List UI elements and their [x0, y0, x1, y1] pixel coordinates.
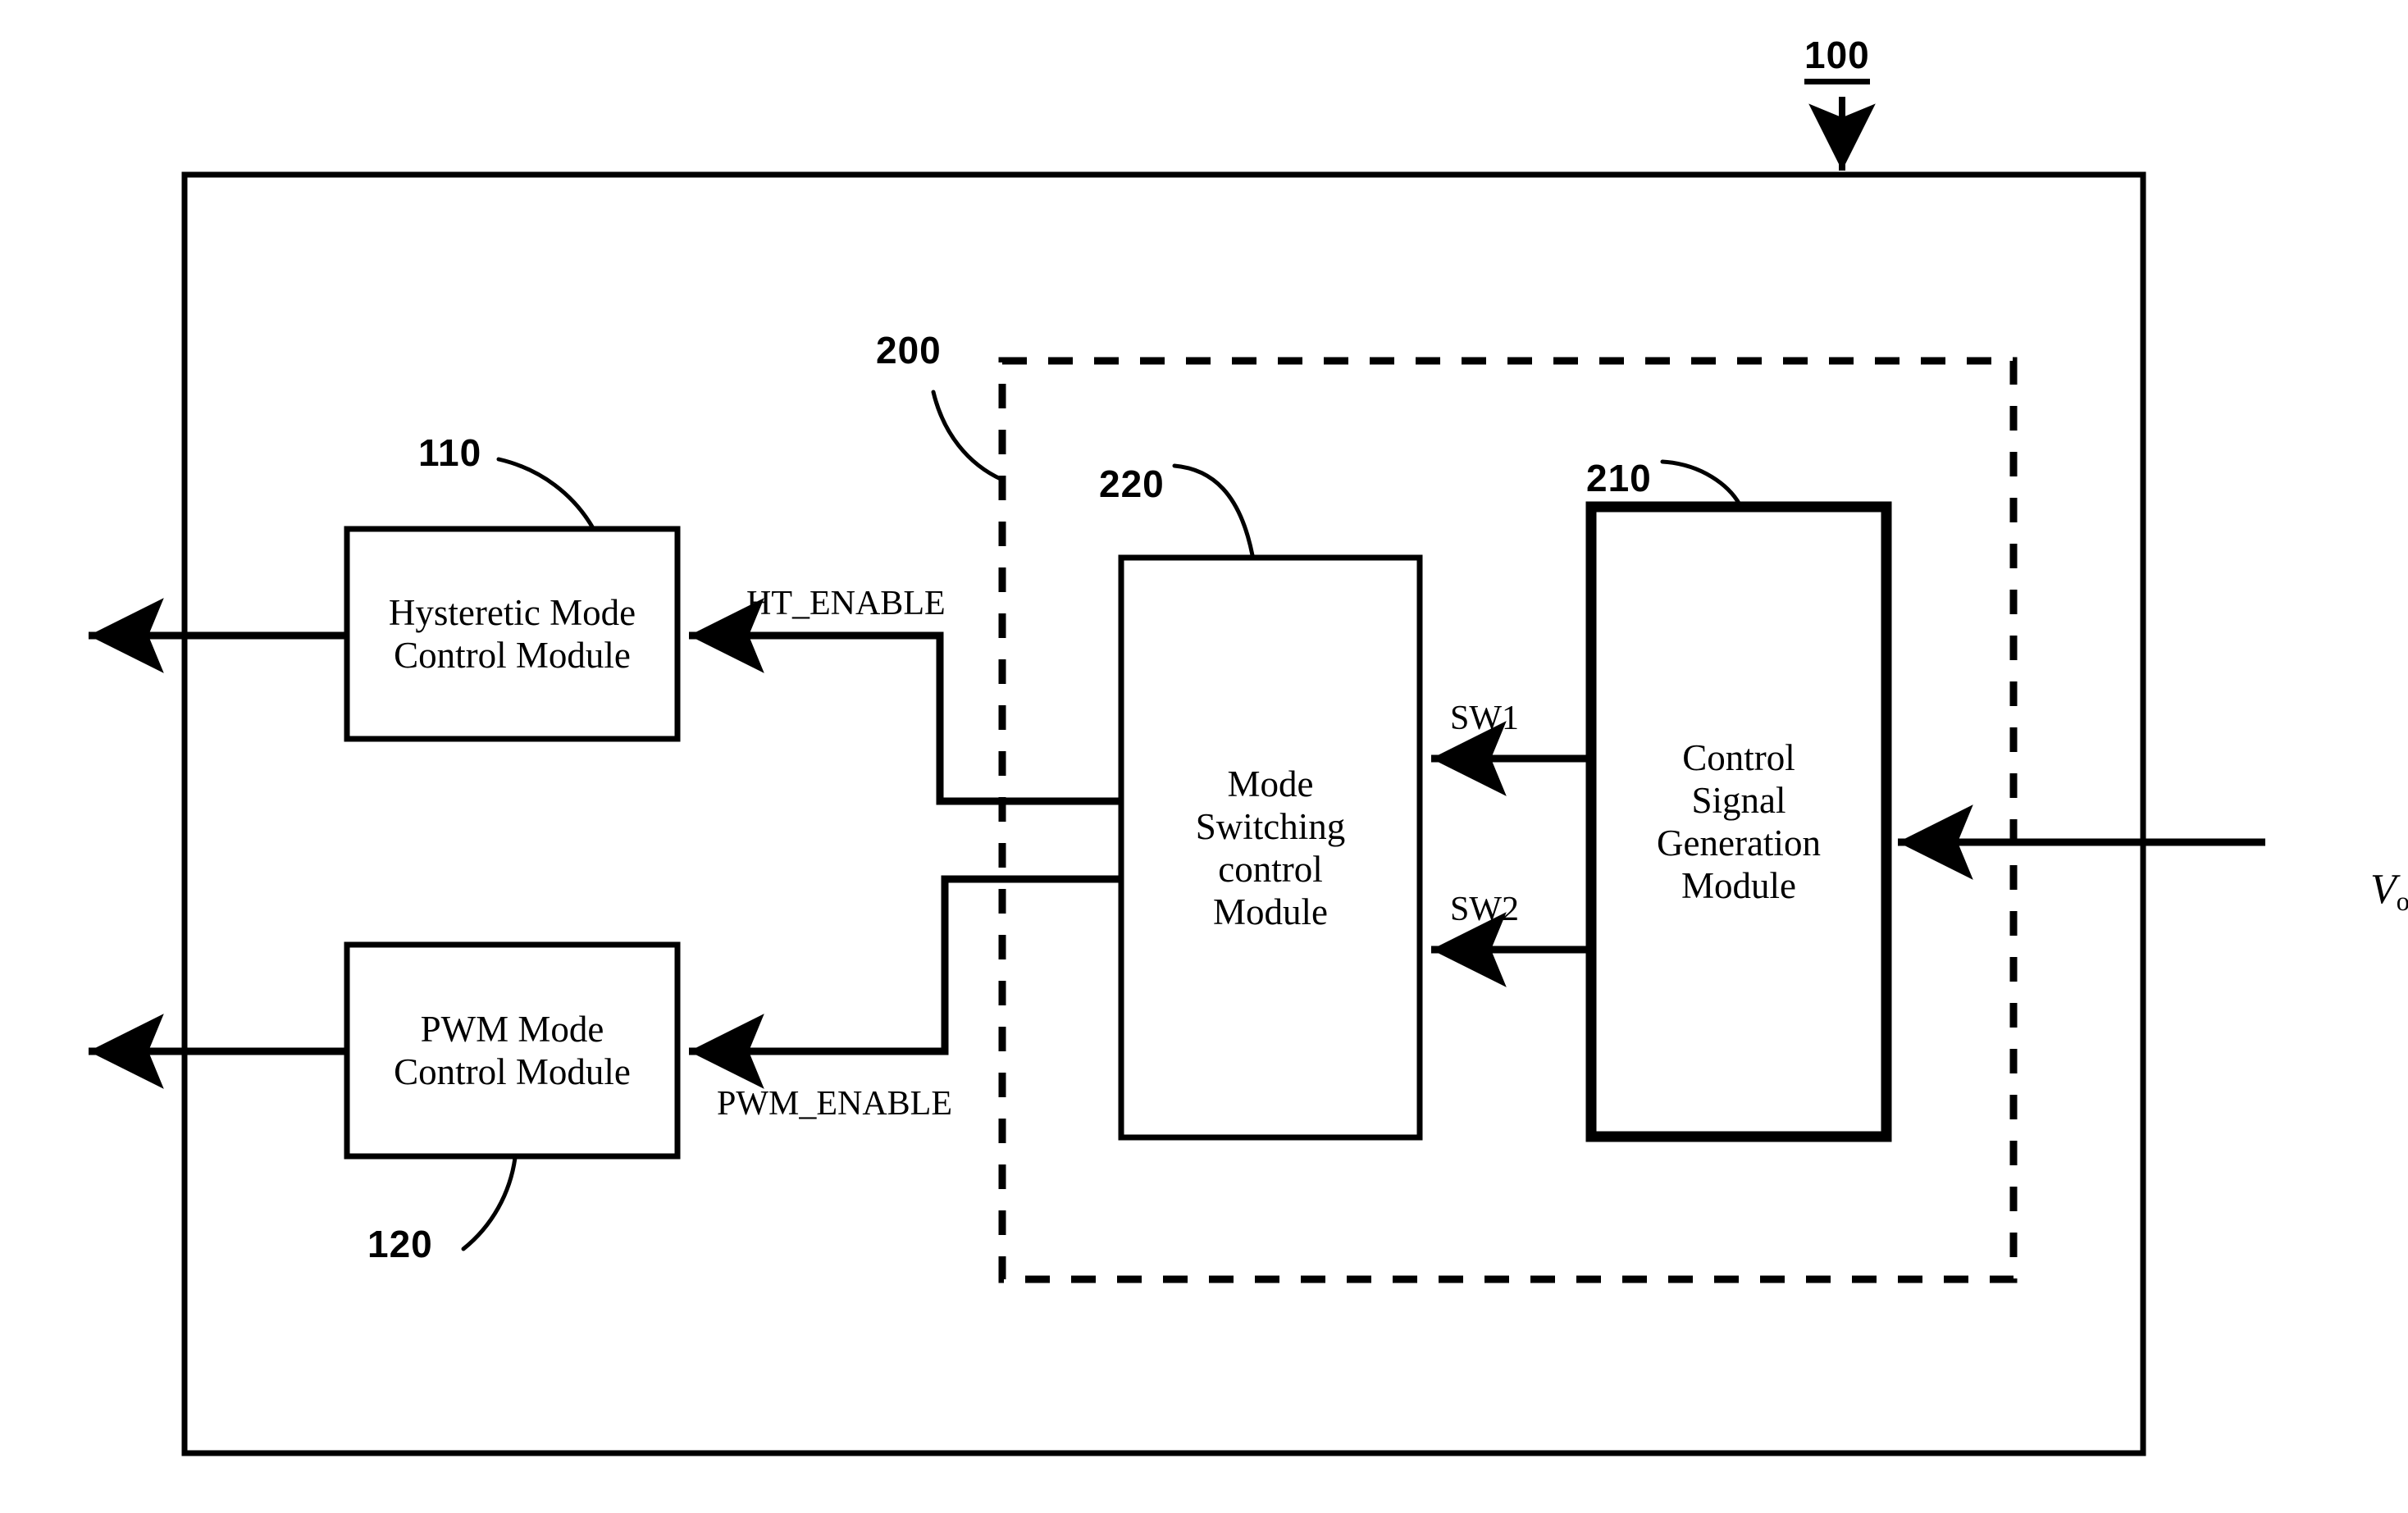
hysteretic-module-line-2: Control Module [394, 635, 631, 676]
hysteretic-module-label: Hysteretic Mode Control Module [347, 529, 677, 739]
pwm-module-line-1: PWM Mode [420, 1009, 604, 1050]
mode-switching-line-3: control [1218, 848, 1323, 890]
reference-numeral-110: 110 [418, 431, 482, 474]
leader-220 [1172, 463, 1255, 558]
pwm-enable-wire [688, 875, 1121, 1089]
figure-canvas: 100 110 120 200 220 210 Hysteretic Mode … [0, 0, 2408, 1513]
ht-enable-wire [688, 598, 1121, 805]
vo-symbol: V [2370, 866, 2397, 914]
mode-switching-module-caption: Mode Switching control Module [1196, 763, 1346, 933]
signal-label-pwm-enable: PWM_ENABLE [717, 1085, 952, 1123]
pwm-module-label: PWM Mode Control Module [347, 945, 677, 1156]
signal-label-sw1: SW1 [1450, 700, 1519, 737]
reference-numeral-120: 120 [367, 1223, 433, 1265]
reference-numeral-100: 100 [1804, 33, 1870, 85]
leader-120 [461, 1155, 518, 1251]
vo-subscript: o [2396, 886, 2408, 917]
signal-label-ht-enable: HT_ENABLE [746, 585, 946, 622]
signal-label-sw2: SW2 [1450, 891, 1519, 928]
control-signal-line-1: Control [1682, 737, 1795, 778]
control-signal-line-4: Module [1681, 865, 1796, 906]
leader-110 [496, 457, 595, 531]
control-signal-generation-caption: Control Signal Generation Module [1657, 736, 1821, 907]
leader-200 [931, 390, 1005, 482]
reference-numeral-200: 200 [876, 329, 942, 371]
hysteretic-module-line-1: Hysteretic Mode [388, 592, 636, 633]
leader-210 [1660, 459, 1742, 507]
reference-numeral-210: 210 [1586, 457, 1652, 499]
signal-label-vo: Vo [2328, 814, 2408, 968]
pwm-module-caption: PWM Mode Control Module [394, 1008, 631, 1093]
mode-switching-line-2: Switching [1195, 805, 1346, 847]
control-signal-line-3: Generation [1657, 823, 1821, 864]
control-signal-line-2: Signal [1691, 780, 1786, 821]
pwm-module-line-2: Control Module [394, 1051, 631, 1092]
hysteretic-module-caption: Hysteretic Mode Control Module [389, 591, 636, 677]
mode-switching-line-4: Module [1212, 891, 1328, 932]
mode-switching-line-1: Mode [1227, 763, 1314, 804]
control-signal-generation-module-label: Control Signal Generation Module [1591, 507, 1886, 1137]
reference-numeral-220: 220 [1099, 463, 1165, 505]
mode-switching-module-label: Mode Switching control Module [1121, 558, 1420, 1137]
